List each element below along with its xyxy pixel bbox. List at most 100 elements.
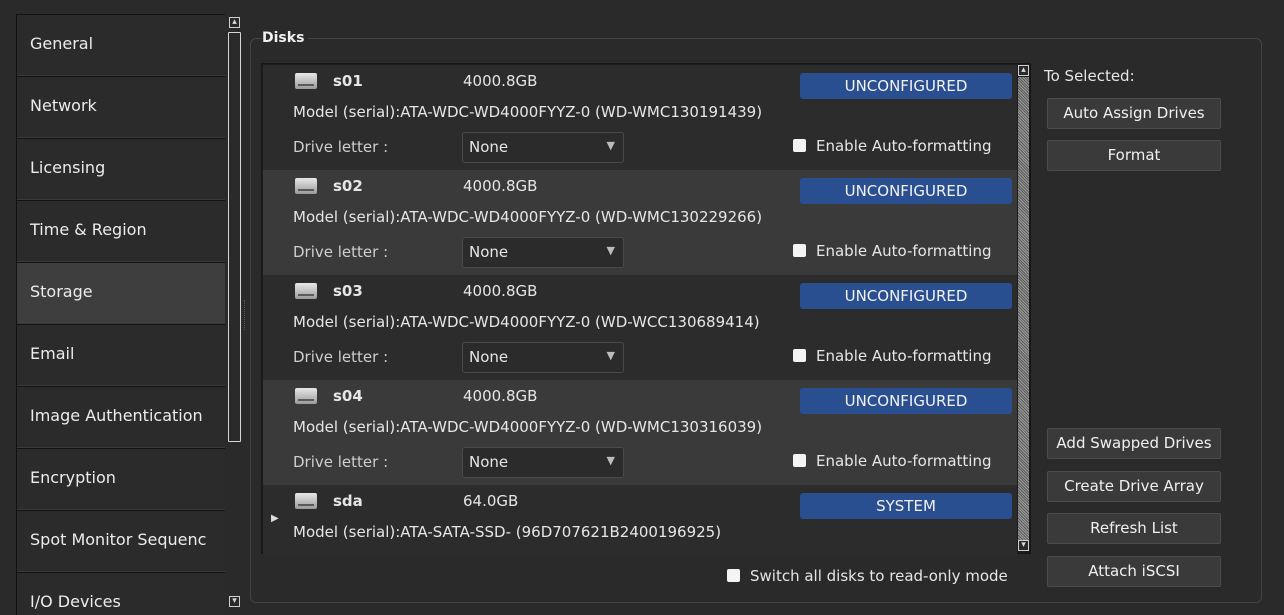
disk-size: 4000.8GB: [463, 177, 538, 195]
checkbox-box[interactable]: [793, 244, 806, 257]
disk-model: Model (serial):ATA-WDC-WD4000FYYZ-0 (WD-…: [293, 313, 760, 331]
create-drive-array-button[interactable]: Create Drive Array: [1047, 471, 1221, 502]
disk-list-scrollbar[interactable]: ▴ ▾: [1016, 63, 1031, 554]
disk-name: s04: [333, 387, 363, 405]
drive-letter-label: Drive letter :: [293, 348, 389, 366]
auto-format-label: Enable Auto-formatting: [816, 242, 992, 260]
sidebar-item-label: Image Authentication: [30, 406, 203, 425]
sidebar-item-general[interactable]: General: [17, 14, 225, 76]
sidebar-item-label: Email: [30, 344, 75, 363]
sidebar-item-label: General: [30, 34, 94, 53]
drive-letter-select[interactable]: None ▼: [462, 237, 624, 268]
sidebar-item-time-region[interactable]: Time & Region: [17, 200, 225, 262]
status-badge: UNCONFIGURED: [800, 73, 1012, 99]
sidebar-item-label: Storage: [30, 282, 93, 301]
checkbox-box[interactable]: [793, 139, 806, 152]
disk-size: 4000.8GB: [463, 72, 538, 90]
checkbox-box[interactable]: [793, 454, 806, 467]
disk-row[interactable]: s02 4000.8GB UNCONFIGURED Model (serial)…: [263, 170, 1017, 275]
scroll-up-icon[interactable]: ▴: [1018, 65, 1029, 76]
status-badge: SYSTEM: [800, 493, 1012, 519]
disk-name: s03: [333, 282, 363, 300]
sidebar-item-label: Spot Monitor Sequenc: [30, 530, 207, 549]
scroll-down-icon[interactable]: ▾: [1018, 540, 1029, 551]
auto-format-checkbox[interactable]: Enable Auto-formatting: [793, 347, 992, 365]
status-badge: UNCONFIGURED: [800, 178, 1012, 204]
format-button[interactable]: Format: [1047, 140, 1221, 171]
scroll-up-icon[interactable]: ▴: [229, 17, 240, 28]
disk-row[interactable]: s03 4000.8GB UNCONFIGURED Model (serial)…: [263, 275, 1017, 380]
auto-format-label: Enable Auto-formatting: [816, 137, 992, 155]
chevron-down-icon: ▼: [606, 349, 615, 362]
disk-name: sda: [333, 492, 363, 510]
triangle-right-icon[interactable]: ▶: [271, 513, 279, 524]
refresh-list-button[interactable]: Refresh List: [1047, 513, 1221, 544]
disk-size: 4000.8GB: [463, 387, 538, 405]
sidebar-item-label: Network: [30, 96, 97, 115]
sidebar-item-email[interactable]: Email: [17, 324, 225, 386]
sidebar-item-label: Licensing: [30, 158, 106, 177]
drive-letter-select[interactable]: None ▼: [462, 132, 624, 163]
disk-name: s02: [333, 177, 363, 195]
drive-letter-label: Drive letter :: [293, 243, 389, 261]
sidebar-item-label: I/O Devices: [30, 592, 121, 611]
disk-name: s01: [333, 72, 363, 90]
status-badge: UNCONFIGURED: [800, 283, 1012, 309]
drive-letter-value: None: [469, 348, 509, 366]
sidebar-item-label: Encryption: [30, 468, 116, 487]
sidebar-item-image-authentication[interactable]: Image Authentication: [17, 386, 225, 448]
disk-size: 4000.8GB: [463, 282, 538, 300]
sidebar-item-storage[interactable]: Storage: [17, 262, 225, 324]
sidebar-item-io-devices[interactable]: I/O Devices: [17, 572, 225, 615]
sidebar-item-network[interactable]: Network: [17, 76, 225, 138]
drive-letter-label: Drive letter :: [293, 138, 389, 156]
sidebar-item-encryption[interactable]: Encryption: [17, 448, 225, 510]
read-only-mode-label: Switch all disks to read-only mode: [750, 567, 1008, 585]
disk-model: Model (serial):ATA-WDC-WD4000FYYZ-0 (WD-…: [293, 103, 763, 121]
disk-row[interactable]: ▶ sda 64.0GB SYSTEM Model (serial):ATA-S…: [263, 485, 1017, 555]
auto-format-checkbox[interactable]: Enable Auto-formatting: [793, 137, 992, 155]
checkbox-box[interactable]: [727, 569, 740, 582]
scroll-track[interactable]: [1018, 77, 1029, 540]
drive-letter-label: Drive letter :: [293, 453, 389, 471]
auto-format-checkbox[interactable]: Enable Auto-formatting: [793, 242, 992, 260]
splitter-handle[interactable]: [244, 300, 247, 330]
scroll-down-icon[interactable]: ▾: [229, 596, 240, 607]
chevron-down-icon: ▼: [606, 454, 615, 467]
disk-row[interactable]: s01 4000.8GB UNCONFIGURED Model (serial)…: [263, 65, 1017, 170]
attach-iscsi-button[interactable]: Attach iSCSI: [1047, 556, 1221, 587]
disk-size: 64.0GB: [463, 492, 519, 510]
hard-drive-icon: [295, 73, 317, 89]
hard-drive-icon: [295, 283, 317, 299]
drive-letter-value: None: [469, 138, 509, 156]
chevron-down-icon: ▼: [606, 139, 615, 152]
disk-list: s01 4000.8GB UNCONFIGURED Model (serial)…: [261, 63, 1031, 555]
auto-format-label: Enable Auto-formatting: [816, 452, 992, 470]
checkbox-box[interactable]: [793, 349, 806, 362]
disk-model: Model (serial):ATA-WDC-WD4000FYYZ-0 (WD-…: [293, 418, 763, 436]
drive-letter-value: None: [469, 243, 509, 261]
hard-drive-icon: [295, 493, 317, 509]
sidebar-list: General Network Licensing Time & Region …: [16, 14, 225, 615]
drive-letter-select[interactable]: None ▼: [462, 447, 624, 478]
disk-row[interactable]: s04 4000.8GB UNCONFIGURED Model (serial)…: [263, 380, 1017, 485]
sidebar-item-licensing[interactable]: Licensing: [17, 138, 225, 200]
read-only-mode-checkbox[interactable]: Switch all disks to read-only mode: [727, 567, 1008, 585]
chevron-down-icon: ▼: [606, 244, 615, 257]
auto-assign-drives-button[interactable]: Auto Assign Drives: [1047, 98, 1221, 129]
auto-format-checkbox[interactable]: Enable Auto-formatting: [793, 452, 992, 470]
status-badge: UNCONFIGURED: [800, 388, 1012, 414]
hard-drive-icon: [295, 388, 317, 404]
disk-model: Model (serial):ATA-SATA-SSD- (96D707621B…: [293, 523, 722, 541]
drive-letter-value: None: [469, 453, 509, 471]
disks-group-title: Disks: [262, 30, 309, 46]
drive-letter-select[interactable]: None ▼: [462, 342, 624, 373]
auto-format-label: Enable Auto-formatting: [816, 347, 992, 365]
sidebar-item-label: Time & Region: [30, 220, 147, 239]
hard-drive-icon: [295, 178, 317, 194]
add-swapped-drives-button[interactable]: Add Swapped Drives: [1047, 428, 1221, 459]
sidebar-scroll-thumb[interactable]: [228, 32, 241, 442]
to-selected-label: To Selected:: [1044, 67, 1135, 85]
disk-model: Model (serial):ATA-WDC-WD4000FYYZ-0 (WD-…: [293, 208, 763, 226]
sidebar-item-spot-monitor-sequence[interactable]: Spot Monitor Sequenc: [17, 510, 225, 572]
